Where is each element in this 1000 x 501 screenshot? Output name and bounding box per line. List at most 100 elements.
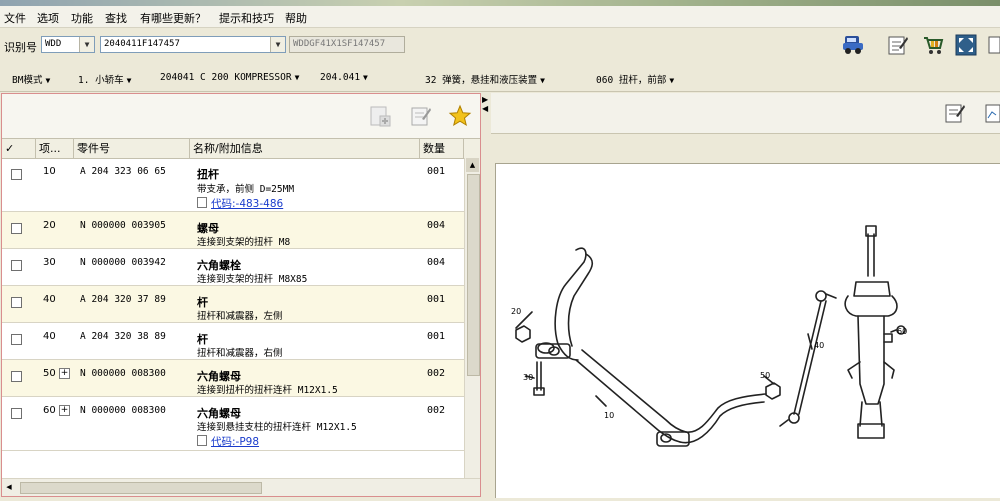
vin-prefix-value: WDD [45,39,62,49]
more-icon[interactable] [988,34,1000,56]
crumb-model[interactable]: 204041 C 200 KOMPRESSOR ▼ [160,72,299,83]
table-row[interactable]: 40 A 204 320 37 89 杆 扭杆和减震器，左侧 001 [2,286,464,323]
header-name[interactable]: 名称/附加信息 [190,139,420,158]
chevron-down-icon: ▼ [540,76,545,85]
menu-updates[interactable]: 有哪些更新？ [140,10,206,26]
row-quantity: 002 [427,405,446,416]
row-description: 连接到悬挂支柱的扭杆连杆 M12X1.5 [197,422,357,433]
row-quantity: 001 [427,331,446,342]
table-row[interactable]: 50 + N 000000 008300 六角螺母 连接到扭杆的扭杆连杆 M12… [2,360,464,397]
table-row[interactable]: 40 A 204 320 38 89 杆 扭杆和减震器，右侧 001 [2,323,464,360]
row-checkbox[interactable] [11,260,22,271]
vin-prefix-select[interactable]: WDD ▼ [41,36,95,53]
row-checkbox[interactable] [11,371,22,382]
edit-note-icon[interactable] [409,104,433,128]
row-position: 40 [43,294,56,305]
row-code-link[interactable]: 代码:-P98 [197,434,259,449]
row-position: 20 [43,220,56,231]
row-part-number: A 204 323 06 65 [80,166,166,177]
row-checkbox[interactable] [11,169,22,180]
row-part-number: N 000000 003942 [80,257,166,268]
header-position[interactable]: 项... [36,139,74,158]
crumb-subgroup[interactable]: 060 扭杆，前部 ▼ [596,72,674,86]
document-icon [197,197,207,208]
menu-options[interactable]: 选项 [37,10,59,26]
row-quantity: 001 [427,166,446,177]
callout-60: 60 [897,327,907,336]
scroll-thumb[interactable] [467,174,480,376]
expand-icon[interactable]: + [59,405,70,416]
scroll-thumb[interactable] [20,482,262,494]
vehicle-icon[interactable] [842,34,864,56]
row-checkbox[interactable] [11,334,22,345]
row-checkbox[interactable] [11,223,22,234]
expand-icon[interactable]: + [59,368,70,379]
chevron-down-icon[interactable]: ▼ [270,37,285,52]
row-position: 10 [43,166,56,177]
full-vin-value: WDDGF41X1SF147457 [293,39,386,49]
menu-functions[interactable]: 功能 [71,10,93,26]
row-position: 60 [43,405,56,416]
row-quantity: 004 [427,257,446,268]
exploded-view-drawing[interactable]: 20 30 10 50 40 60 [495,163,1000,498]
crumb-group[interactable]: 32 弹簧，悬挂和液压装置 ▼ [425,72,545,86]
menu-tips[interactable]: 提示和技巧 [219,10,274,26]
row-description: 带支承，前侧 D=25MM [197,184,295,195]
parts-list-panel: ✓ 项... 零件号 名称/附加信息 数量 10 A 204 323 06 65… [1,93,481,497]
table-row[interactable]: 30 N 000000 003942 六角螺栓 连接到支架的扭杆 M8X85 0… [2,249,464,286]
scroll-up-icon[interactable]: ▲ [466,158,479,172]
edit-note-icon[interactable] [943,101,967,125]
vertical-scrollbar[interactable]: ▲ [464,158,480,478]
callout-40: 40 [814,341,824,350]
menu-bar: 文件 选项 功能 查找 有哪些更新？ 提示和技巧 帮助 [0,6,1000,28]
header-part-number[interactable]: 零件号 [74,139,190,158]
star-icon[interactable] [448,104,472,128]
torsion-bar-illustration: 20 30 10 50 40 60 [511,225,907,447]
header-check[interactable]: ✓ [2,139,36,158]
collapse-arrows-icon[interactable]: ▶ ◀ [482,95,488,113]
horizontal-scrollbar[interactable]: ◀ [2,478,480,496]
row-quantity: 004 [427,220,446,231]
chevron-down-icon: ▼ [363,73,368,82]
vin-input[interactable]: 2040411F147457 ▼ [100,36,286,53]
notepad-icon[interactable] [887,34,909,56]
document-icon [197,435,207,446]
row-part-number: A 204 320 38 89 [80,331,166,342]
menu-help[interactable]: 帮助 [285,10,307,26]
chart-icon[interactable] [985,101,1000,125]
row-checkbox[interactable] [11,297,22,308]
row-part-number: N 000000 003905 [80,220,166,231]
row-description: 连接到扭杆的扭杆连杆 M12X1.5 [197,385,338,396]
chevron-down-icon[interactable]: ▼ [79,37,94,52]
table-row[interactable]: 10 A 204 323 06 65 扭杆 带支承，前侧 D=25MM 代码:-… [2,158,464,212]
panel-splitter[interactable]: ▶ ◀ [481,93,491,497]
menu-file[interactable]: 文件 [4,10,26,26]
scroll-left-icon[interactable]: ◀ [2,480,16,494]
row-part-number: N 000000 008300 [80,405,166,416]
full-vin-field: WDDGF41X1SF147457 [289,36,405,53]
chevron-down-icon: ▼ [669,76,675,85]
crumb-type[interactable]: 204.041 ▼ [320,72,368,83]
fullscreen-icon[interactable] [955,34,977,56]
cart-icon[interactable] [922,34,944,56]
row-position: 50 [43,368,56,379]
menu-search[interactable]: 查找 [105,10,127,26]
id-label: 识别号 [4,41,37,54]
table-row[interactable]: 60 + N 000000 008300 六角螺母 连接到悬挂支柱的扭杆连杆 M… [2,397,464,451]
row-code-link[interactable]: 代码:-483-486 [197,196,283,211]
chevron-down-icon: ▼ [45,76,51,85]
header-quantity[interactable]: 数量 [420,139,464,158]
table-row[interactable]: 20 N 000000 003905 螺母 连接到支架的扭杆 M8 004 [2,212,464,249]
crumb-mode[interactable]: BM模式 ▼ [12,72,50,86]
row-description: 扭杆和减震器，右侧 [197,348,283,359]
row-name: 扭杆 [197,168,219,181]
row-position: 40 [43,331,56,342]
callout-10: 10 [604,411,614,420]
vehicle-id-bar: 识别号 WDD ▼ 2040411F147457 ▼ WDDGF41X1SF14… [0,28,1000,64]
row-quantity: 002 [427,368,446,379]
row-checkbox[interactable] [11,408,22,419]
drawing-panel: 20 30 10 50 40 60 [491,93,1000,498]
row-description: 连接到支架的扭杆 M8 [197,237,291,248]
crumb-class[interactable]: 1. 小轿车 ▼ [78,72,132,86]
add-to-list-icon[interactable] [368,104,392,128]
